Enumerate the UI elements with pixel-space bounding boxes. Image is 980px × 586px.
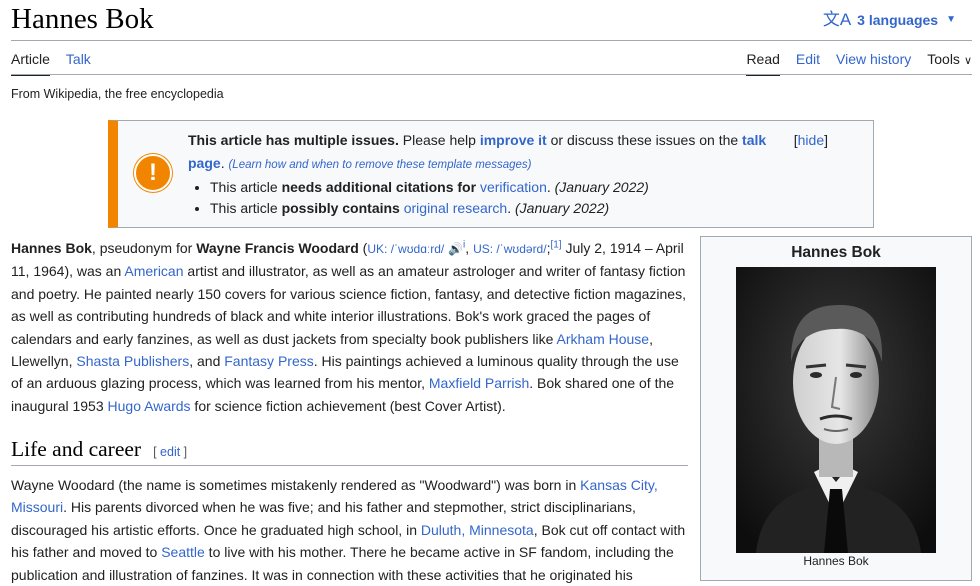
infobox: Hannes Bok Hannes Bok	[700, 236, 972, 581]
life-paragraph: Wayne Woodard (the name is sometimes mis…	[11, 477, 686, 583]
title-divider	[11, 40, 972, 41]
tab-read[interactable]: Read	[746, 46, 780, 76]
arkham-house-link[interactable]: Arkham House	[557, 331, 650, 347]
tab-article[interactable]: Article	[11, 46, 50, 76]
tab-talk[interactable]: Talk	[66, 46, 91, 76]
speaker-icon[interactable]: 🔊	[448, 242, 463, 256]
language-icon: 文A	[822, 10, 852, 29]
american-link[interactable]: American	[124, 263, 183, 279]
infobox-title: Hannes Bok	[791, 244, 881, 261]
infobox-caption: Hannes Bok	[803, 554, 869, 568]
hide-toggle[interactable]: [hide]	[794, 129, 828, 152]
issue-item: This article needs additional citations …	[210, 177, 788, 198]
issues-text: Please help	[398, 132, 480, 148]
seattle-link[interactable]: Seattle	[161, 544, 205, 560]
intro-paragraph: Hannes Bok, pseudonym for Wayne Francis …	[11, 239, 686, 414]
uk-pronunciation-link[interactable]: UK: /ˈwʊdɑːrd/	[367, 242, 444, 256]
site-tagline: From Wikipedia, the free encyclopedia	[11, 87, 224, 101]
issue-item: This article possibly contains original …	[210, 198, 788, 219]
section-heading: Life and career [ edit ]	[11, 437, 688, 466]
tools-menu[interactable]: Tools ∨	[927, 46, 972, 76]
hugo-awards-link[interactable]: Hugo Awards	[108, 398, 191, 414]
issues-list: This article needs additional citations …	[188, 177, 788, 219]
issues-heading: This article has multiple issues.	[188, 132, 399, 148]
shasta-publishers-link[interactable]: Shasta Publishers	[76, 353, 189, 369]
multiple-issues-box: ! This article has multiple issues. Plea…	[108, 120, 874, 228]
issues-text: or discuss these issues on the	[546, 132, 743, 148]
tab-view-history[interactable]: View history	[836, 46, 911, 76]
learn-more-link[interactable]: (Learn how and when to remove these temp…	[228, 159, 531, 171]
chevron-down-icon: ▼	[946, 14, 956, 25]
language-label: 3 languages	[857, 12, 939, 28]
portrait-illustration	[736, 267, 936, 553]
original-research-link[interactable]: original research	[404, 200, 508, 216]
namespace-tabs: Article Talk	[11, 46, 91, 76]
language-selector[interactable]: 文A 3 languages ▼	[823, 10, 956, 30]
maxfield-parrish-link[interactable]: Maxfield Parrish	[429, 375, 529, 391]
us-pronunciation-link[interactable]: US: /ˈwʊdərd/	[473, 242, 547, 256]
issues-content: This article has multiple issues. Please…	[188, 129, 788, 219]
view-tabs: Read Edit View history Tools ∨	[730, 46, 972, 76]
portrait-photo[interactable]	[736, 267, 936, 553]
tools-label: Tools	[927, 51, 960, 67]
tab-edit[interactable]: Edit	[796, 46, 820, 76]
duluth-link[interactable]: Duluth, Minnesota	[421, 522, 534, 538]
reference-link[interactable]: [1]	[550, 239, 561, 250]
fantasy-press-link[interactable]: Fantasy Press	[224, 353, 313, 369]
section-edit[interactable]: [ edit ]	[153, 445, 187, 459]
hide-link[interactable]: hide	[798, 132, 824, 148]
chevron-down-icon: ∨	[963, 55, 972, 67]
page-title: Hannes Bok	[11, 3, 154, 35]
verification-link[interactable]: verification	[480, 179, 547, 195]
section-edit-link[interactable]: edit	[160, 445, 180, 459]
section-title: Life and career	[11, 437, 142, 461]
audio-info-link[interactable]: i	[463, 239, 465, 250]
improve-link[interactable]: improve it	[480, 132, 547, 148]
tabs-divider	[11, 74, 972, 75]
warning-icon: !	[134, 154, 172, 192]
